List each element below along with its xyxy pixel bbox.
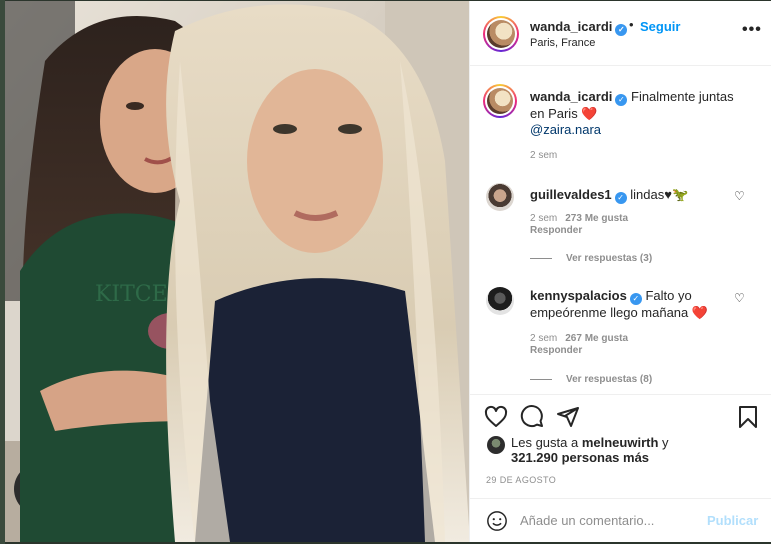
view-replies-button[interactable]: Ver respuestas (3) bbox=[530, 253, 652, 264]
caption-time[interactable]: 2 sem bbox=[530, 150, 557, 161]
caption-avatar[interactable] bbox=[483, 84, 517, 118]
post-header: wanda_icardi ✓ • Seguir Paris, France ••• bbox=[470, 1, 771, 66]
commenter-avatar[interactable] bbox=[486, 183, 514, 211]
comment-likes[interactable]: 267 Me gusta bbox=[565, 333, 628, 344]
author-avatar-image bbox=[487, 20, 515, 48]
post-panel: wanda_icardi ✓ • Seguir Paris, France •••… bbox=[469, 1, 771, 542]
commenter-username[interactable]: guillevaldes1 bbox=[530, 187, 612, 202]
comment-like-heart-icon[interactable]: ♡ bbox=[734, 291, 745, 305]
comments-section: wanda_icardi ✓ Finalmente juntas en Paris… bbox=[470, 67, 771, 393]
comment-likes[interactable]: 273 Me gusta bbox=[565, 213, 628, 224]
verified-badge-icon: ✓ bbox=[615, 24, 628, 36]
comment-time[interactable]: 2 sem bbox=[530, 333, 557, 344]
comment-emoji: 🦖 bbox=[671, 187, 689, 202]
share-icon[interactable] bbox=[556, 405, 580, 429]
post-date[interactable]: 29 DE AGOSTO bbox=[486, 475, 556, 485]
comment-body: kennyspalacios ✓ Falto yo empeórenme lleg… bbox=[530, 288, 725, 321]
commenter-username[interactable]: kennyspalacios bbox=[530, 288, 627, 303]
author-avatar[interactable] bbox=[483, 16, 519, 52]
verified-badge-icon: ✓ bbox=[615, 94, 628, 106]
caption-avatar-image bbox=[487, 88, 513, 114]
more-options-icon[interactable]: ••• bbox=[742, 21, 762, 39]
comment-input[interactable] bbox=[520, 509, 700, 531]
liker-username[interactable]: melneuwirth bbox=[582, 435, 659, 450]
follow-button[interactable]: Seguir bbox=[640, 19, 680, 34]
header-separator: • bbox=[629, 17, 634, 32]
likes-summary: Les gusta a melneuwirth y 321.290 person… bbox=[511, 435, 669, 465]
comment-meta: 2 sem 273 Me gusta bbox=[530, 213, 636, 224]
replies-divider bbox=[530, 257, 552, 259]
post-photo-illustration: KITCEN bbox=[5, 1, 469, 542]
caption: wanda_icardi ✓ Finalmente juntas en Paris… bbox=[530, 89, 745, 138]
publish-button[interactable]: Publicar bbox=[707, 513, 758, 528]
smiley-icon[interactable] bbox=[486, 510, 508, 532]
add-comment-bar: Publicar bbox=[470, 498, 771, 542]
author-username[interactable]: wanda_icardi ✓ bbox=[530, 19, 628, 36]
caption-mention[interactable]: @zaira.nara bbox=[530, 122, 601, 137]
bookmark-icon[interactable] bbox=[736, 405, 760, 429]
comment-like-heart-icon[interactable]: ♡ bbox=[734, 189, 745, 203]
comment-body: guillevaldes1 ✓ lindas♥🦖 bbox=[530, 187, 725, 204]
view-replies-button[interactable]: Ver respuestas (8) bbox=[530, 374, 652, 385]
action-bar: Les gusta a melneuwirth y 321.290 person… bbox=[470, 394, 771, 485]
likes-count[interactable]: 321.290 personas más bbox=[511, 450, 649, 465]
comment-meta: 2 sem 267 Me gusta bbox=[530, 333, 636, 344]
reply-button[interactable]: Responder bbox=[530, 225, 582, 236]
heart-icon[interactable] bbox=[484, 405, 508, 429]
liker-avatar[interactable] bbox=[487, 436, 505, 454]
post-photo[interactable]: KITCEN bbox=[5, 1, 469, 542]
post-location[interactable]: Paris, France bbox=[530, 37, 595, 49]
caption-username[interactable]: wanda_icardi bbox=[530, 89, 612, 104]
comment-text: lindas♥ bbox=[630, 187, 672, 202]
comment-icon[interactable] bbox=[520, 405, 544, 429]
reply-button[interactable]: Responder bbox=[530, 345, 582, 356]
verified-badge-icon: ✓ bbox=[629, 293, 642, 305]
heart-emoji: ❤️ bbox=[691, 305, 709, 320]
replies-divider bbox=[530, 378, 552, 380]
verified-badge-icon: ✓ bbox=[614, 192, 627, 204]
comment-time[interactable]: 2 sem bbox=[530, 213, 557, 224]
commenter-avatar[interactable] bbox=[486, 287, 514, 315]
heart-emoji: ❤️ bbox=[581, 106, 598, 121]
